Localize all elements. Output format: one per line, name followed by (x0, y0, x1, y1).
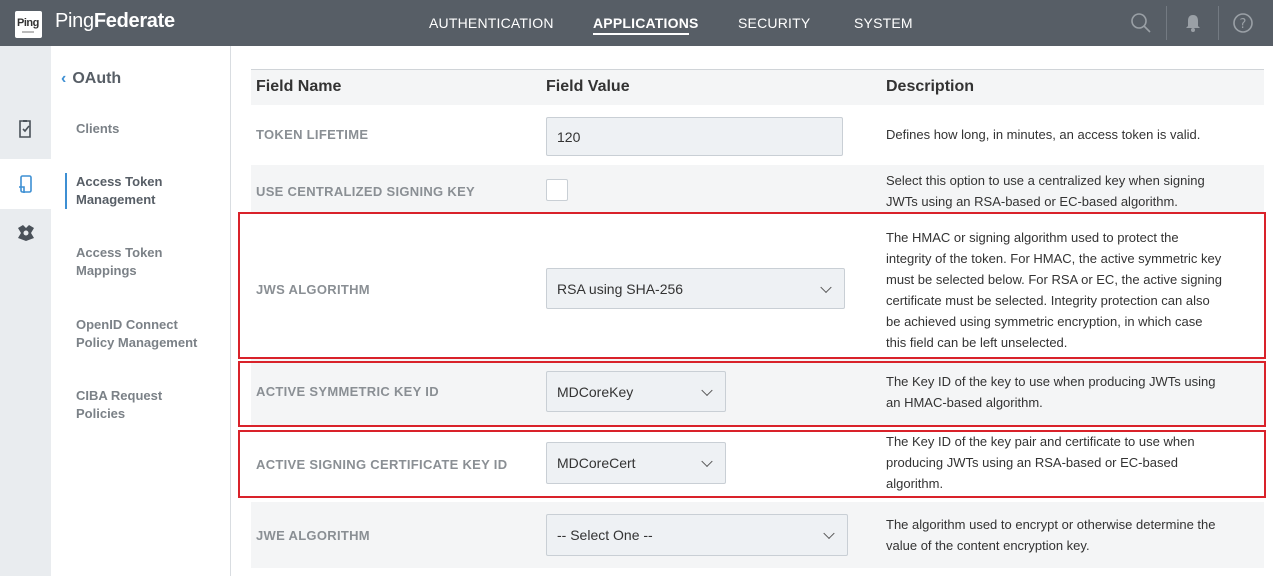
nav-applications[interactable]: APPLICATIONS (593, 15, 699, 31)
nav-system[interactable]: SYSTEM (854, 15, 913, 31)
field-description: The algorithm used to encrypt or otherwi… (886, 517, 1216, 553)
subnav-item-access-token-management[interactable]: Access Token Management (76, 173, 226, 209)
header-field-name: Field Name (256, 78, 342, 95)
subnav-item-openid-connect-policy[interactable]: OpenID Connect Policy Management (76, 316, 226, 352)
left-rail (0, 46, 51, 576)
centralized-signing-key-checkbox[interactable] (546, 179, 568, 201)
chevron-down-icon (823, 527, 835, 540)
field-name: USE CENTRALIZED SIGNING KEY (256, 184, 476, 199)
logo-text: Ping (17, 17, 39, 29)
sub-navigation: ‹ OAuth Clients Access Token Management A… (51, 46, 231, 576)
subnav-back-oauth[interactable]: ‹ OAuth (61, 70, 121, 88)
jwe-algorithm-select[interactable]: -- Select One -- (546, 514, 848, 556)
active-indicator (65, 173, 67, 209)
top-bar: Ping PingFederate AUTHENTICATION APPLICA… (0, 0, 1273, 46)
phone-document-icon (19, 175, 32, 193)
table-row: JWE ALGORITHM -- Select One -- The algor… (251, 502, 1264, 568)
subnav-item-clients[interactable]: Clients (76, 120, 226, 138)
field-name: JWE ALGORITHM (256, 528, 370, 543)
svg-text:?: ? (1240, 17, 1247, 32)
rail-item-oauth[interactable] (0, 159, 51, 209)
divider (1166, 6, 1167, 40)
rail-item-applications[interactable] (0, 102, 51, 160)
table-row: USE CENTRALIZED SIGNING KEY Select this … (251, 165, 1264, 214)
token-lifetime-input[interactable]: 120 (546, 117, 843, 156)
field-description: Defines how long, in minutes, an access … (886, 127, 1201, 142)
table-header: Field Name Field Value Description (251, 70, 1264, 105)
product-name: PingFederate (55, 10, 175, 32)
rail-item-security[interactable] (0, 212, 51, 270)
divider (1218, 6, 1219, 40)
highlight-box-jws-algorithm (238, 212, 1266, 359)
table-row: TOKEN LIFETIME 120 Defines how long, in … (251, 105, 1264, 165)
shield-network-icon (18, 225, 34, 241)
highlight-box-signing-certificate (238, 430, 1266, 498)
header-description: Description (886, 78, 975, 95)
ping-logo[interactable]: Ping (15, 11, 42, 38)
field-name: TOKEN LIFETIME (256, 127, 369, 142)
chevron-left-icon: ‹ (61, 70, 67, 87)
search-icon[interactable] (1128, 10, 1154, 36)
nav-active-underline (593, 33, 689, 35)
field-description: Select this option to use a centralized … (886, 173, 1205, 209)
subnav-item-ciba-request-policies[interactable]: CIBA Request Policies (76, 387, 226, 423)
clipboard-check-icon (19, 120, 31, 138)
nav-authentication[interactable]: AUTHENTICATION (429, 15, 554, 31)
help-icon[interactable]: ? (1230, 10, 1256, 36)
highlight-box-symmetric-key (238, 361, 1266, 427)
bell-icon[interactable] (1180, 10, 1206, 36)
nav-security[interactable]: SECURITY (738, 15, 810, 31)
subnav-item-access-token-mappings[interactable]: Access Token Mappings (76, 244, 226, 280)
header-field-value: Field Value (546, 78, 630, 95)
